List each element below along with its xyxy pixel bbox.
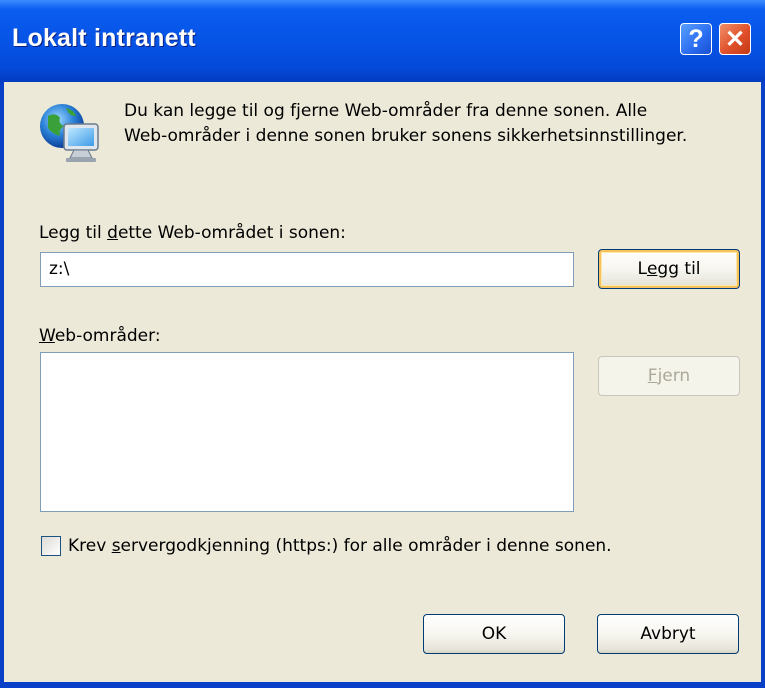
window-title: Lokalt intranett [12, 24, 196, 52]
close-icon: ✕ [724, 25, 746, 53]
title-bar[interactable]: Lokalt intranett ? ✕ [0, 0, 765, 82]
require-https-label[interactable]: Krev servergodkjenning (https:) for alle… [68, 535, 612, 557]
site-address-value: z:\ [49, 259, 70, 279]
sites-list-label: Web-områder: [39, 326, 161, 346]
help-icon: ? [688, 24, 704, 53]
sites-list[interactable] [40, 352, 574, 512]
add-button[interactable]: Le gg til [598, 249, 740, 289]
intro-line-2: Web-områder i denne sonen bruker sonens … [124, 126, 688, 146]
dialog-body: Du kan legge til og fjerne Web-områder f… [4, 82, 761, 682]
add-site-label: Legg til dette Web-området i sonen: [39, 223, 346, 243]
remove-button[interactable]: Fjern [598, 356, 740, 396]
require-https-checkbox[interactable] [41, 536, 61, 556]
cancel-button[interactable]: Avbryt [597, 614, 739, 654]
close-button[interactable]: ✕ [719, 23, 751, 55]
globe-computer-icon [40, 104, 99, 162]
site-address-input[interactable]: z:\ [40, 252, 574, 287]
ok-button[interactable]: OK [423, 614, 565, 654]
dialog-window: Lokalt intranett ? ✕ Du kan legge til og… [0, 0, 765, 688]
intro-line-1: Du kan legge til og fjerne Web-områder f… [124, 101, 648, 121]
help-button[interactable]: ? [680, 23, 712, 55]
